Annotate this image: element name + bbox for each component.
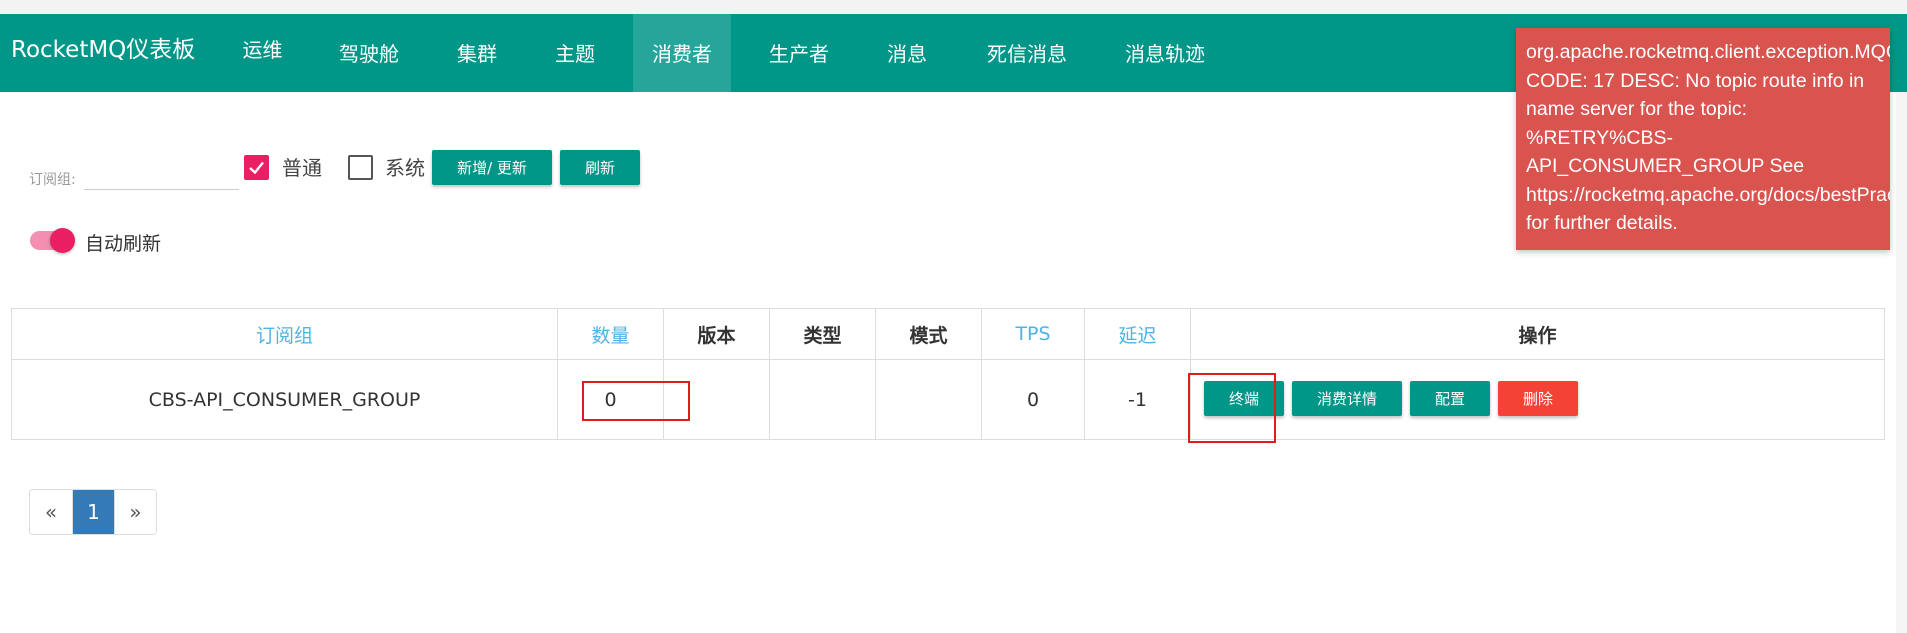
table-row: CBS-API_CONSUMER_GROUP 0 0 -1 <box>11 359 1885 440</box>
column-header-version: 版本 <box>663 308 770 360</box>
system-checkbox[interactable] <box>348 155 373 180</box>
error-line: org.apache.rocketmq.client.exception.MQC… <box>1526 41 1890 63</box>
pagination: « 1 » <box>29 489 157 535</box>
nav-item-producer[interactable]: 生产者 <box>748 14 850 92</box>
nav-item-cockpit[interactable]: 驾驶舱 <box>318 14 420 92</box>
column-header-tps[interactable]: TPS <box>981 308 1085 360</box>
error-line: CODE: 17 DESC: No topic route info in <box>1526 69 1865 92</box>
cell-version <box>663 359 770 440</box>
vertical-scrollbar[interactable] <box>1896 92 1907 633</box>
auto-refresh-toggle-thumb[interactable] <box>50 228 75 253</box>
cell-group: CBS-API_CONSUMER_GROUP <box>11 359 558 440</box>
normal-checkbox[interactable] <box>244 155 269 180</box>
column-header-count[interactable]: 数量 <box>557 308 664 360</box>
nav-item-consumer[interactable]: 消费者 <box>633 14 731 92</box>
error-line: %RETRY%CBS- <box>1526 126 1674 149</box>
error-line: https://rocketmq.apache.org/docs/bestPra… <box>1526 183 1890 206</box>
cell-tps: 0 <box>981 359 1085 440</box>
error-line: API_CONSUMER_GROUP See <box>1526 155 1805 177</box>
nav-item-cluster[interactable]: 集群 <box>434 14 520 92</box>
auto-refresh-label: 自动刷新 <box>85 233 162 255</box>
nav-item-ops[interactable]: 运维 <box>220 14 305 92</box>
pagination-page[interactable]: 1 <box>72 490 114 534</box>
nav-item-message-trace[interactable]: 消息轨迹 <box>1110 14 1220 92</box>
column-header-group[interactable]: 订阅组 <box>11 308 558 360</box>
system-checkbox-label[interactable]: 系统 <box>385 156 425 180</box>
nav-item-topic[interactable]: 主题 <box>532 14 618 92</box>
table-header-row: 订阅组 数量 版本 类型 模式 TPS 延迟 操作 <box>11 308 1885 360</box>
consume-detail-button[interactable]: 消费详情 <box>1292 381 1402 416</box>
cell-type <box>769 359 876 440</box>
subscription-group-label: 订阅组: <box>29 172 76 188</box>
check-icon <box>249 161 264 175</box>
consumer-table: 订阅组 数量 版本 类型 模式 TPS 延迟 操作 CBS-API_CONSUM… <box>11 308 1885 440</box>
pagination-prev[interactable]: « <box>30 490 72 534</box>
config-button[interactable]: 配置 <box>1410 381 1490 416</box>
client-button[interactable]: 终端 <box>1204 381 1284 416</box>
add-update-button[interactable]: 新增/ 更新 <box>432 150 552 185</box>
browser-top-strip <box>0 0 1907 14</box>
column-header-mode: 模式 <box>875 308 982 360</box>
error-line: for further details. <box>1526 212 1678 234</box>
cell-mode <box>875 359 982 440</box>
nav-item-dlq-message[interactable]: 死信消息 <box>972 14 1082 92</box>
brand-title[interactable]: RocketMQ仪表板 <box>11 14 195 92</box>
pagination-next[interactable]: » <box>114 490 156 534</box>
cell-delay: -1 <box>1084 359 1191 440</box>
subscription-group-input[interactable] <box>84 160 239 190</box>
delete-button[interactable]: 删除 <box>1498 381 1578 416</box>
error-line: name server for the topic: <box>1526 98 1748 120</box>
normal-checkbox-label[interactable]: 普通 <box>282 156 322 180</box>
column-header-type: 类型 <box>769 308 876 360</box>
refresh-button[interactable]: 刷新 <box>560 150 640 185</box>
error-toast[interactable]: org.apache.rocketmq.client.exception.MQ C… <box>1516 28 1890 250</box>
column-header-actions: 操作 <box>1190 308 1885 360</box>
nav-item-message[interactable]: 消息 <box>864 14 950 92</box>
column-header-delay[interactable]: 延迟 <box>1084 308 1191 360</box>
cell-count: 0 <box>557 359 664 440</box>
